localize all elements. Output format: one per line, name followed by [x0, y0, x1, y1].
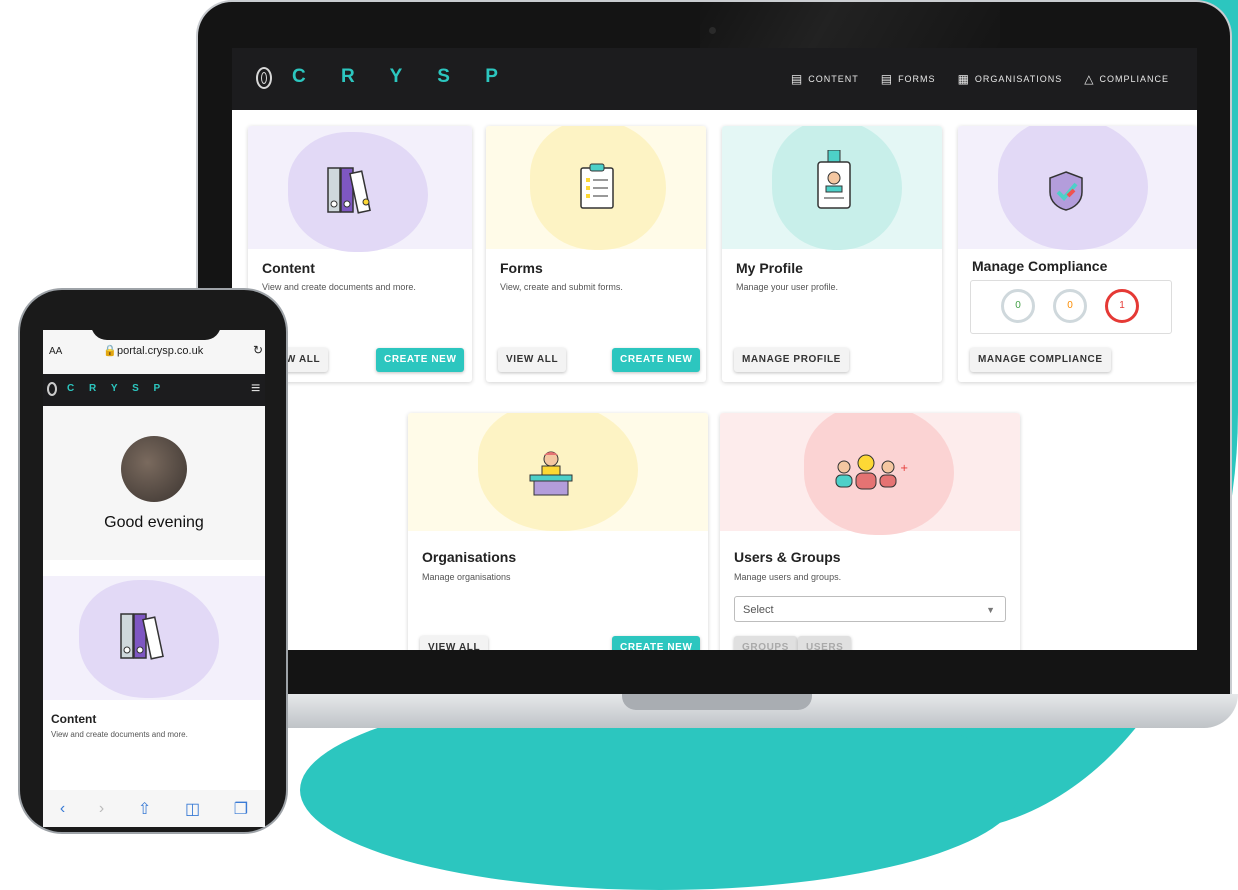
card-title: Users & Groups: [734, 549, 841, 565]
brand-logo[interactable]: C R Y S P: [292, 66, 513, 88]
reception-desk-icon: [529, 451, 573, 496]
laptop-screen: C R Y S P ▤ CONTENT ▤ FORMS ▦ ORGANISATI…: [232, 48, 1197, 650]
create-new-button[interactable]: CREATE NEW: [612, 636, 701, 650]
phone-notch: [91, 314, 221, 340]
card-description: Manage organisations: [422, 572, 511, 582]
fingerprint-logo-icon[interactable]: [256, 67, 272, 89]
laptop-notch: [622, 694, 812, 710]
card-hero: [958, 126, 1197, 250]
card-description: View, create and submit forms.: [500, 282, 623, 292]
back-icon[interactable]: ‹: [60, 800, 65, 818]
card-title: My Profile: [736, 260, 803, 276]
browser-toolbar: ‹ › ⇧ ◫ ❐: [43, 790, 265, 827]
card-description: Manage your user profile.: [736, 282, 839, 292]
chevron-down-icon: ▼: [986, 605, 995, 615]
binders-icon: [327, 167, 371, 214]
select-value: Select: [743, 604, 774, 616]
users-button[interactable]: USERS: [798, 636, 852, 650]
phone-content-hero: [43, 576, 265, 700]
users-select-dropdown[interactable]: Select ▼: [734, 596, 1006, 622]
users-groups-card: + Users & Groups Manage users and groups…: [720, 413, 1020, 650]
phone-app-bar: C R Y S P ≡: [43, 374, 265, 406]
menu-icon[interactable]: ≡: [251, 380, 260, 398]
top-nav: ▤ CONTENT ▤ FORMS ▦ ORGANISATIONS △ COMP…: [791, 72, 1169, 86]
svg-text:+: +: [900, 463, 908, 474]
lock-icon: 🔒: [103, 345, 117, 357]
gauge-compliant[interactable]: 0: [1001, 289, 1035, 323]
card-title: Manage Compliance: [972, 258, 1108, 274]
clipboard-icon: ▤: [880, 72, 894, 86]
compliance-gauges: 0 0 1: [970, 280, 1172, 334]
card-hero: [722, 126, 942, 250]
shield-check-icon: [1049, 171, 1083, 211]
nav-label: ORGANISATIONS: [974, 74, 1063, 84]
greeting-section: Good evening: [43, 406, 265, 560]
building-icon: ▦: [957, 72, 970, 86]
greeting-text: Good evening: [104, 514, 204, 531]
network-icon: △: [1084, 72, 1095, 86]
nav-label: CONTENT: [808, 74, 859, 84]
clipboard-form-icon: [580, 163, 614, 209]
nav-item-compliance[interactable]: △ COMPLIANCE: [1084, 72, 1169, 86]
app-bar: C R Y S P ▤ CONTENT ▤ FORMS ▦ ORGANISATI…: [232, 48, 1197, 110]
nav-label: FORMS: [898, 74, 936, 84]
card-title: Organisations: [422, 549, 517, 565]
url-text[interactable]: portal.crysp.co.uk: [117, 345, 203, 357]
nav-label: COMPLIANCE: [1099, 74, 1169, 84]
nav-item-forms[interactable]: ▤ FORMS: [881, 72, 936, 86]
forward-icon[interactable]: ›: [99, 800, 104, 818]
brand-logo[interactable]: C R Y S P: [67, 383, 166, 394]
fingerprint-logo-icon[interactable]: [47, 382, 57, 396]
text-size-button[interactable]: AA: [49, 346, 62, 357]
id-badge-icon: [817, 150, 851, 209]
camera-dot: [709, 27, 716, 34]
avatar[interactable]: [121, 436, 187, 502]
card-title: Content: [262, 260, 315, 276]
view-all-button[interactable]: VIEW ALL: [420, 636, 489, 650]
share-icon[interactable]: ⇧: [138, 799, 151, 819]
create-new-button[interactable]: CREATE NEW: [612, 348, 701, 372]
gauge-noncompliant[interactable]: 1: [1105, 289, 1139, 323]
my-profile-card: My Profile Manage your user profile. MAN…: [722, 126, 942, 382]
nav-item-content[interactable]: ▤ CONTENT: [791, 72, 859, 86]
card-hero: [248, 126, 472, 252]
card-hero: [408, 413, 708, 531]
manage-compliance-card: Manage Compliance 0 0 1 MANAGE COMPLIANC…: [958, 126, 1197, 382]
bookmarks-icon[interactable]: ◫: [185, 799, 200, 819]
groups-button[interactable]: GROUPS: [734, 636, 797, 650]
tabs-icon[interactable]: ❐: [234, 799, 248, 819]
view-all-button[interactable]: VIEW ALL: [498, 348, 567, 372]
manage-compliance-button[interactable]: MANAGE COMPLIANCE: [970, 348, 1111, 372]
card-title: Content: [51, 712, 97, 726]
organisations-card: Organisations Manage organisations VIEW …: [408, 413, 708, 650]
card-hero: +: [720, 413, 1020, 535]
card-title: Forms: [500, 260, 543, 276]
phone-screen: AA 🔒 portal.crysp.co.uk ↻ C R Y S P ≡ Go…: [43, 330, 265, 827]
users-group-icon: +: [835, 454, 908, 490]
card-hero: [486, 126, 706, 250]
forms-card: Forms View, create and submit forms. VIE…: [486, 126, 706, 382]
card-description: View and create documents and more.: [262, 282, 416, 292]
card-description: Manage users and groups.: [734, 572, 842, 582]
manage-profile-button[interactable]: MANAGE PROFILE: [734, 348, 849, 372]
card-description: View and create documents and more.: [51, 730, 188, 739]
nav-item-organisations[interactable]: ▦ ORGANISATIONS: [958, 72, 1063, 86]
gauge-warning[interactable]: 0: [1053, 289, 1087, 323]
create-new-button[interactable]: CREATE NEW: [376, 348, 465, 372]
binders-icon: [120, 613, 164, 660]
document-icon: ▤: [790, 72, 804, 86]
reload-icon[interactable]: ↻: [253, 343, 263, 357]
